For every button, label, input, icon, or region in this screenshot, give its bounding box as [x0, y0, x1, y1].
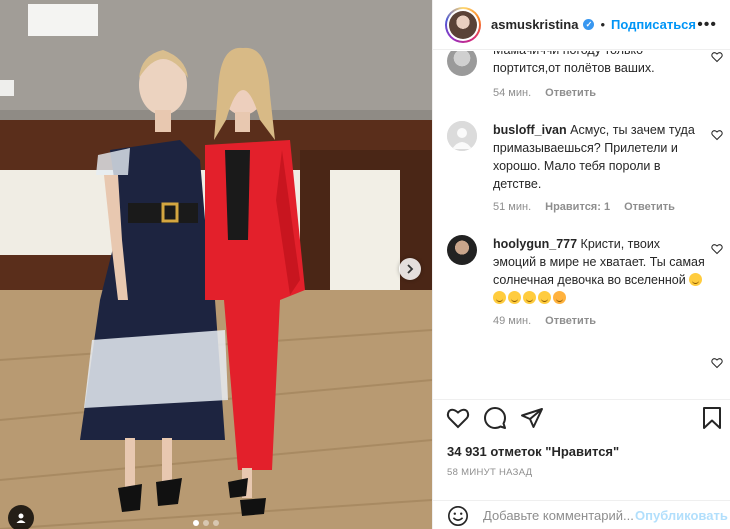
paper-plane-icon[interactable]: [520, 406, 544, 430]
comment-meta: 51 мин. Нравится: 1 Ответить: [493, 201, 723, 213]
post-photo[interactable]: [0, 0, 432, 529]
default-avatar-icon: [447, 121, 477, 151]
more-horizontal-icon[interactable]: •••: [697, 16, 717, 34]
comment-input[interactable]: [483, 508, 633, 523]
chevron-right-icon: [407, 264, 414, 274]
tagged-users-button[interactable]: [8, 505, 34, 529]
author-avatar[interactable]: [445, 6, 481, 43]
commenter-avatar[interactable]: [447, 51, 477, 76]
publish-button[interactable]: Опубликовать: [635, 508, 728, 523]
smiley-emoji-icon: [689, 273, 703, 286]
user-tag-icon: [16, 513, 26, 523]
comment-time: 49 мин.: [493, 315, 532, 327]
comment-like-heart-icon[interactable]: [711, 129, 723, 141]
smiley-emoji-icon: [523, 291, 536, 304]
comment-like-heart-icon[interactable]: [711, 357, 723, 369]
post-actions: 34 931 отметок "Нравится" 58 МИНУТ НАЗАД…: [433, 399, 730, 529]
bookmark-icon[interactable]: [700, 406, 724, 430]
post-header: asmuskristina ✓ • Подписаться •••: [433, 0, 730, 50]
comment-reply-button[interactable]: Ответить: [624, 201, 675, 213]
comment-reply-button[interactable]: Ответить: [545, 87, 596, 99]
comment-item: hoolygun_777 Кристи, твоих эмоций в мире…: [445, 235, 723, 327]
comment-icon[interactable]: [483, 406, 507, 430]
comment-like-heart-icon[interactable]: [711, 51, 723, 63]
comment-text: hoolygun_777 Кристи, твоих эмоций в мире…: [493, 235, 705, 307]
smiley-emoji-icon: [493, 291, 506, 304]
emoji-picker-icon[interactable]: [447, 505, 469, 527]
post-side-panel: asmuskristina ✓ • Подписаться ••• Мамачи…: [432, 0, 730, 529]
likes-count[interactable]: 34 931 отметок "Нравится": [447, 444, 619, 459]
commenter-username[interactable]: hoolygun_777: [493, 237, 577, 251]
follow-button[interactable]: Подписаться: [611, 17, 696, 32]
comment-meta: 49 мин. Ответить: [493, 315, 723, 327]
carousel-dot: [203, 520, 209, 526]
comment-reply-button[interactable]: Ответить: [545, 315, 596, 327]
comment-text: Мамачиччи погоду только портится,от полё…: [493, 51, 655, 75]
carousel-next-button[interactable]: [399, 258, 421, 280]
author-username[interactable]: asmuskristina: [491, 17, 578, 32]
comment-text: busloff_ivan Асмус, ты зачем туда примаз…: [493, 123, 695, 191]
carousel-indicator: [193, 520, 219, 526]
comment-time: 54 мин.: [493, 87, 532, 99]
comment-composer: Опубликовать: [433, 500, 730, 529]
comment-like-heart-icon[interactable]: [711, 243, 723, 255]
photo-illustration: [0, 0, 432, 529]
post-timestamp[interactable]: 58 МИНУТ НАЗАД: [447, 467, 532, 478]
comment-time: 51 мин.: [493, 201, 532, 213]
commenter-username[interactable]: busloff_ivan: [493, 123, 567, 137]
commenter-avatar[interactable]: [447, 121, 477, 151]
comment-item: Мамачиччи погоду только портится,от полё…: [445, 51, 723, 99]
carousel-dot: [213, 520, 219, 526]
comment-item: busloff_ivan Асмус, ты зачем туда примаз…: [445, 121, 723, 213]
comments-list[interactable]: Мамачиччи погоду только портится,от полё…: [433, 51, 730, 399]
commenter-avatar[interactable]: [447, 235, 477, 265]
header-separator: •: [600, 17, 605, 32]
verified-badge-icon: ✓: [583, 19, 595, 30]
smiley-emoji-icon: [508, 291, 521, 304]
comment-likes-count[interactable]: Нравится: 1: [545, 201, 610, 213]
comment-meta: 54 мин. Ответить: [493, 87, 723, 99]
heart-eyes-emoji-icon: [553, 291, 566, 304]
carousel-dot: [193, 520, 199, 526]
smiley-emoji-icon: [538, 291, 551, 304]
heart-icon[interactable]: [446, 406, 470, 430]
